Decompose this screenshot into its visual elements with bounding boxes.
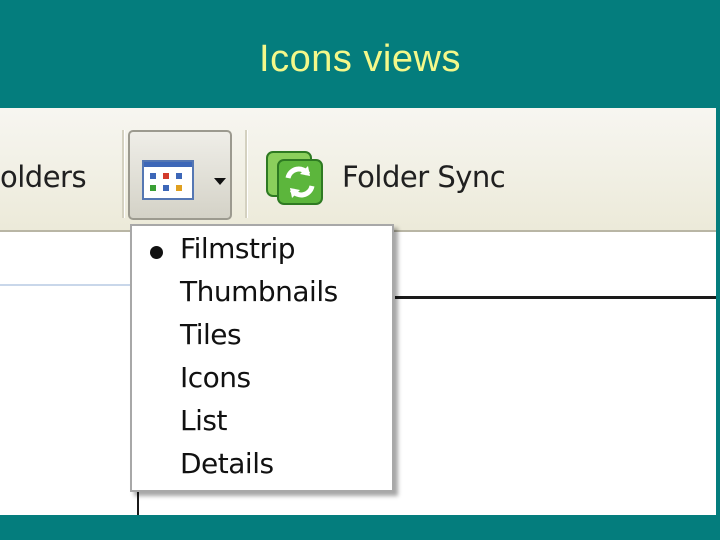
folder-sync-icon[interactable] <box>264 144 326 206</box>
screenshot-panel: olders Folder Sync Filmstrip Thumbnails … <box>0 108 716 515</box>
menu-item-icons[interactable]: Icons <box>132 359 392 401</box>
menu-item-tiles[interactable]: Tiles <box>132 316 392 358</box>
views-dropdown-menu: Filmstrip Thumbnails Tiles Icons List De… <box>130 224 394 492</box>
address-bar-edge <box>0 284 140 286</box>
selected-bullet-icon <box>150 246 163 259</box>
views-button[interactable] <box>128 130 232 220</box>
menu-item-details[interactable]: Details <box>132 445 392 487</box>
menu-item-list[interactable]: List <box>132 402 392 444</box>
menu-item-thumbnails[interactable]: Thumbnails <box>132 273 392 315</box>
slide-title: Icons views <box>259 38 461 80</box>
folder-sync-button[interactable]: Folder Sync <box>342 160 506 194</box>
toolbar: olders Folder Sync <box>0 108 716 232</box>
folders-button[interactable]: olders <box>0 160 87 194</box>
toolbar-separator <box>245 130 248 218</box>
menu-item-filmstrip[interactable]: Filmstrip <box>132 230 392 272</box>
pane-border <box>395 296 716 299</box>
views-grid-icon <box>142 160 194 200</box>
toolbar-separator <box>122 130 125 218</box>
chevron-down-icon[interactable] <box>214 178 226 185</box>
